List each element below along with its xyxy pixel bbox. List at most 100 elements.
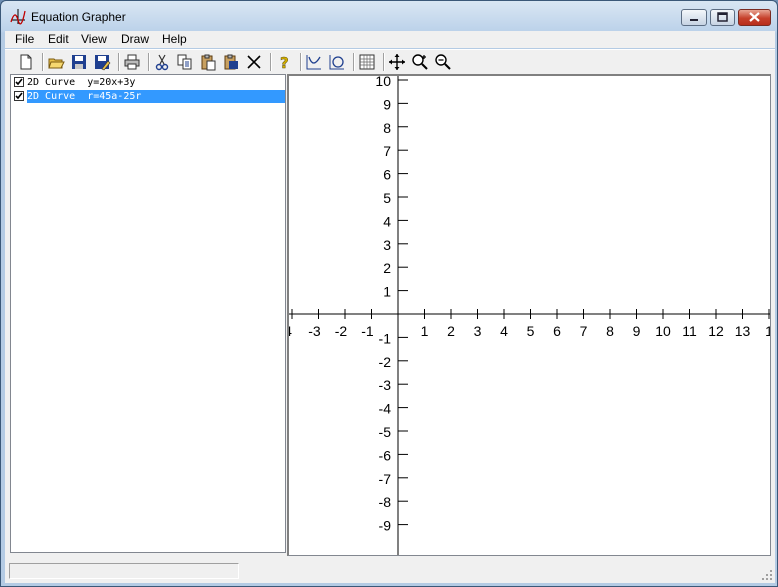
toolbar: ? (5, 49, 775, 74)
checkmark-icon (15, 78, 23, 86)
menu-bar: File Edit View Draw Help (5, 31, 775, 48)
resize-grip-icon[interactable] (761, 569, 773, 581)
x-tick-label: 12 (708, 323, 724, 339)
x-tick-label: 2 (447, 323, 455, 339)
y-tick-label: 1 (383, 284, 391, 300)
open-button[interactable] (47, 53, 65, 71)
zoom-in-button[interactable] (411, 53, 429, 71)
grid-button[interactable] (358, 53, 376, 71)
copy-icon (177, 54, 192, 70)
add-curve-button[interactable] (305, 53, 323, 71)
y-tick-label: -9 (379, 518, 392, 534)
save-as-icon (95, 55, 111, 71)
y-tick-label: 10 (375, 76, 391, 89)
x-tick-label: 11 (682, 323, 697, 339)
toolbar-separator (300, 53, 302, 71)
svg-text:?: ? (280, 54, 289, 71)
window-title: Equation Grapher (31, 10, 126, 24)
y-tick-label: 3 (383, 237, 391, 253)
x-tick-label: -2 (335, 323, 348, 339)
y-tick-label: 4 (383, 213, 391, 229)
zoom-out-button[interactable] (434, 53, 452, 71)
y-tick-label: 8 (383, 120, 391, 136)
app-window: Equation Grapher File Edit View Draw Hel… (0, 0, 778, 587)
x-tick-label: 4 (289, 323, 292, 339)
delete-button[interactable] (245, 53, 263, 71)
print-button[interactable] (123, 53, 141, 71)
delete-icon (247, 55, 261, 69)
toolbar-separator (148, 53, 150, 71)
y-tick-label: 5 (383, 190, 391, 206)
x-tick-label: 9 (633, 323, 641, 339)
help-icon: ? (280, 54, 289, 71)
y-tick-label: -5 (379, 424, 392, 440)
y-tick-label: -3 (379, 377, 392, 393)
x-tick-label: 4 (500, 323, 508, 339)
y-tick-label: 7 (383, 143, 391, 159)
minimize-button[interactable] (681, 9, 707, 26)
close-icon (749, 12, 760, 22)
maximize-button[interactable] (710, 9, 735, 26)
menu-draw[interactable]: Draw (121, 32, 149, 46)
x-tick-label: 13 (735, 323, 751, 339)
paste-special-button[interactable] (222, 53, 240, 71)
toolbar-separator (42, 53, 44, 71)
add-curve-icon (306, 55, 321, 70)
toolbar-separator (118, 53, 120, 71)
y-tick-label: 9 (383, 96, 391, 112)
paste-special-icon (224, 54, 238, 70)
y-tick-label: -8 (379, 494, 392, 510)
equation-checkbox[interactable] (14, 77, 24, 87)
x-tick-label: 7 (580, 323, 588, 339)
maximize-icon (717, 12, 728, 22)
save-icon (72, 55, 86, 69)
new-icon (20, 54, 32, 70)
save-as-button[interactable] (93, 53, 111, 71)
grid-icon (359, 54, 375, 70)
y-tick-label: 2 (383, 260, 391, 276)
print-icon (124, 54, 140, 70)
cut-button[interactable] (153, 53, 171, 71)
x-tick-label: -3 (308, 323, 321, 339)
minimize-icon (690, 19, 698, 21)
copy-button[interactable] (176, 53, 194, 71)
x-tick-label: 1 (765, 323, 771, 339)
y-tick-label: -2 (379, 354, 392, 370)
menu-view[interactable]: View (81, 32, 107, 46)
zoom-in-icon (412, 54, 428, 70)
y-tick-label: -1 (379, 330, 392, 346)
x-tick-label: 10 (655, 323, 671, 339)
paste-icon (201, 54, 216, 71)
cut-icon (155, 54, 169, 71)
graph-canvas[interactable]: 4-3-2-112345678910111213110987654321-1-2… (287, 74, 771, 556)
paste-button[interactable] (199, 53, 217, 71)
equation-list[interactable]: 2D Curve y=20x+3y 2D Curve r=45a-25r (10, 74, 286, 553)
status-pane (9, 563, 239, 579)
client-area: 2D Curve y=20x+3y2D Curve r=45a-25r 4-3-… (5, 73, 775, 561)
open-icon (48, 58, 65, 69)
add-polar-icon (329, 55, 344, 70)
x-tick-label: 8 (606, 323, 614, 339)
equation-checkbox[interactable] (14, 91, 24, 101)
x-tick-label: 1 (421, 323, 429, 339)
x-tick-label: -1 (361, 323, 374, 339)
close-button[interactable] (738, 9, 771, 26)
y-tick-label: 6 (383, 167, 391, 183)
x-tick-label: 5 (527, 323, 535, 339)
menu-file[interactable]: File (15, 32, 34, 46)
menu-edit[interactable]: Edit (48, 32, 69, 46)
toolbar-separator (353, 53, 355, 71)
new-button[interactable] (17, 53, 35, 71)
toolbar-separator (383, 53, 385, 71)
zoom-out-icon (435, 54, 451, 70)
pan-button[interactable] (388, 53, 406, 71)
help-button[interactable]: ? (275, 53, 293, 71)
title-bar[interactable]: Equation Grapher (1, 1, 777, 31)
equation-item[interactable]: 2D Curve y=20x+3y (14, 76, 284, 89)
equation-item[interactable]: 2D Curve r=45a-25r (14, 90, 285, 103)
add-polar-button[interactable] (328, 53, 346, 71)
equation-label: 2D Curve r=45a-25r (27, 90, 285, 103)
save-button[interactable] (70, 53, 88, 71)
menu-help[interactable]: Help (162, 32, 187, 46)
graph-axes: 4-3-2-112345678910111213110987654321-1-2… (289, 76, 771, 555)
